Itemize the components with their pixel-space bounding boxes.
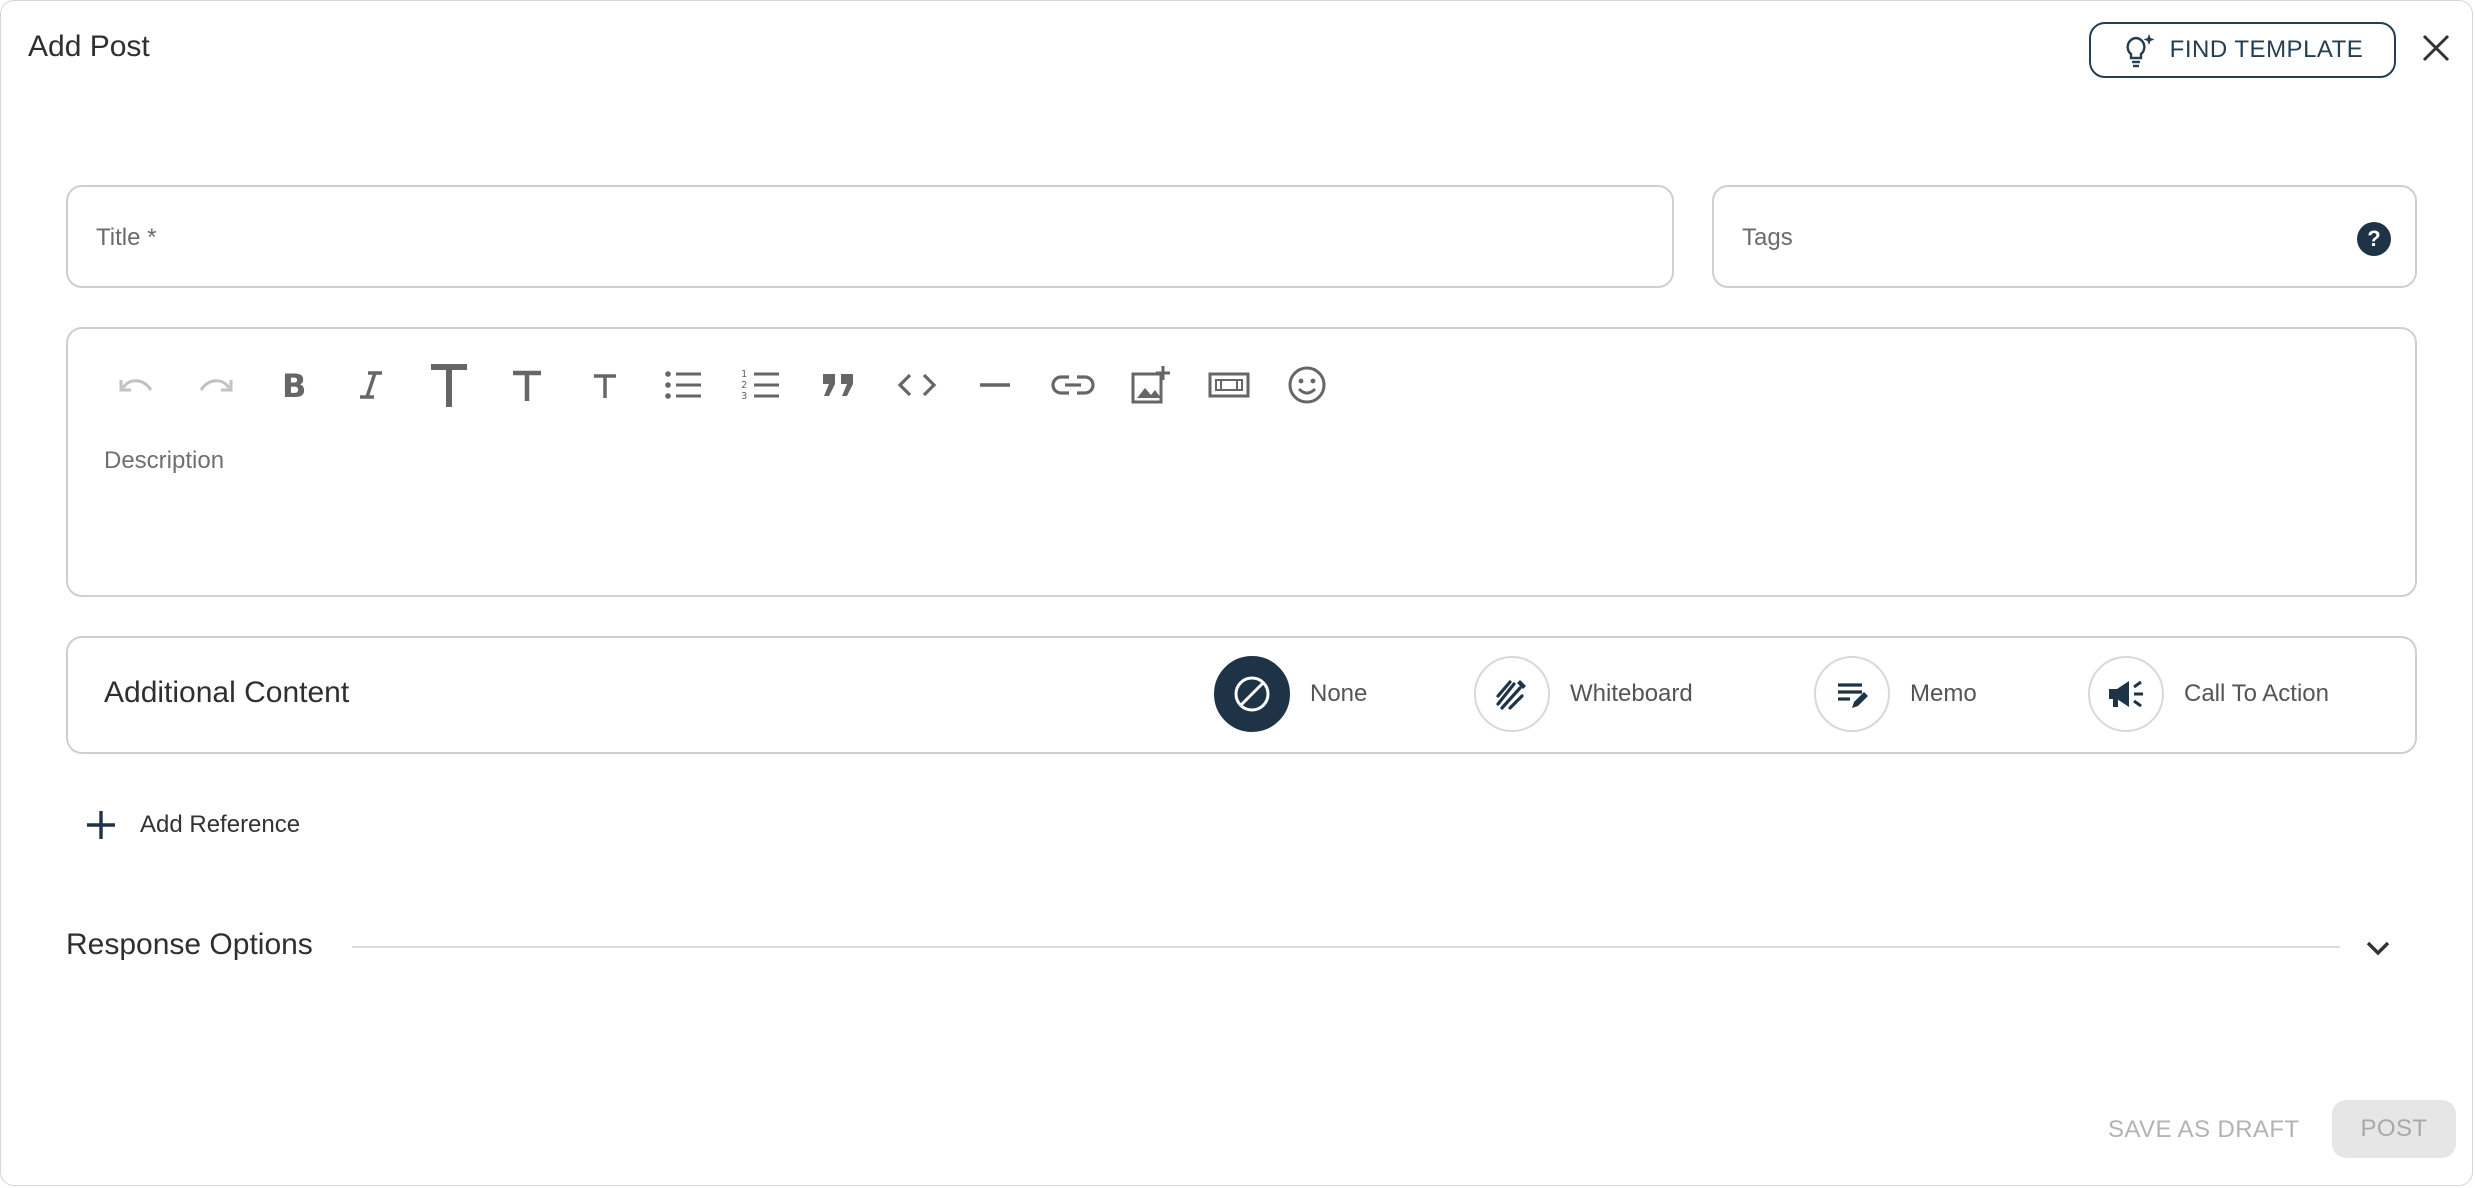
memo-icon-circle (1814, 656, 1890, 732)
editor-toolbar: B 123 (98, 357, 1346, 413)
quote-icon (823, 374, 853, 396)
link-button[interactable] (1034, 357, 1112, 413)
option-call-to-action-label: Call To Action (2184, 680, 2329, 707)
undo-button[interactable] (98, 357, 176, 413)
response-options-label[interactable]: Response Options (66, 928, 313, 962)
find-template-button[interactable]: FIND TEMPLATE (2089, 22, 2396, 78)
tags-input[interactable] (1740, 187, 2355, 288)
add-reference-button[interactable]: Add Reference (84, 808, 300, 842)
option-none-label: None (1310, 680, 1368, 707)
description-editor[interactable]: B 123 Description (66, 327, 2417, 597)
whiteboard-icon-circle (1474, 656, 1550, 732)
post-button[interactable]: POST (2332, 1100, 2456, 1158)
plus-icon (87, 811, 115, 839)
svg-text:B: B (282, 367, 306, 403)
emoji-icon (1288, 366, 1326, 404)
italic-button[interactable] (332, 357, 410, 413)
whiteboard-icon (1496, 680, 1526, 710)
option-none[interactable]: None (1214, 654, 1367, 734)
additional-content-title: Additional Content (104, 676, 350, 709)
title-field[interactable] (66, 185, 1674, 288)
link-icon (1051, 375, 1095, 395)
none-icon-circle (1214, 656, 1290, 732)
horizontal-rule-icon (980, 383, 1010, 387)
numbered-list-icon: 123 (741, 369, 779, 402)
megaphone-icon (2109, 680, 2143, 708)
code-icon (897, 373, 937, 397)
emoji-button[interactable] (1268, 357, 1346, 413)
add-image-icon (1131, 366, 1170, 404)
italic-icon (360, 371, 382, 399)
svg-text:2: 2 (741, 380, 747, 391)
option-memo-label: Memo (1910, 680, 1977, 707)
bulleted-list-icon (665, 371, 701, 399)
title-input[interactable] (94, 187, 1612, 288)
horizontal-rule-button[interactable] (956, 357, 1034, 413)
find-template-label: FIND TEMPLATE (2169, 36, 2364, 63)
redo-button[interactable] (176, 357, 254, 413)
help-icon[interactable]: ? (2357, 222, 2391, 256)
option-whiteboard[interactable]: Whiteboard (1474, 654, 1693, 734)
heading-2-button[interactable] (488, 357, 566, 413)
embed-button[interactable] (1190, 357, 1268, 413)
option-whiteboard-label: Whiteboard (1570, 680, 1693, 707)
bold-icon: B (282, 367, 306, 403)
bold-button[interactable]: B (254, 357, 332, 413)
svg-text:3: 3 (741, 391, 747, 402)
dialog-title: Add Post (28, 30, 150, 63)
embed-icon (1208, 372, 1250, 398)
save-as-draft-button[interactable]: SAVE AS DRAFT (2098, 1100, 2309, 1160)
response-options-toggle[interactable] (2358, 928, 2398, 968)
close-icon (2422, 34, 2450, 62)
undo-icon (119, 379, 153, 392)
lightbulb-sparkle-icon (2126, 34, 2155, 68)
none-icon (1234, 676, 1270, 712)
close-button[interactable] (2418, 30, 2454, 66)
megaphone-icon-circle (2088, 656, 2164, 732)
redo-icon (199, 379, 233, 392)
additional-content-panel: Additional Content None Whiteboard Memo … (66, 636, 2417, 754)
bulleted-list-button[interactable] (644, 357, 722, 413)
chevron-down-icon (2366, 941, 2390, 956)
response-options-divider (352, 946, 2340, 948)
memo-icon (1838, 683, 1868, 708)
svg-text:1: 1 (741, 369, 747, 380)
numbered-list-button[interactable]: 123 (722, 357, 800, 413)
heading-3-button[interactable] (566, 357, 644, 413)
option-memo[interactable]: Memo (1814, 654, 1977, 734)
heading-1-button[interactable] (410, 357, 488, 413)
option-call-to-action[interactable]: Call To Action (2088, 654, 2329, 734)
quote-button[interactable] (800, 357, 878, 413)
description-placeholder[interactable]: Description (104, 447, 224, 475)
heading-1-icon (431, 364, 467, 407)
add-reference-label: Add Reference (140, 811, 301, 838)
code-button[interactable] (878, 357, 956, 413)
add-image-button[interactable] (1112, 357, 1190, 413)
tags-field[interactable]: ? (1712, 185, 2417, 288)
heading-2-icon (513, 370, 541, 401)
heading-3-icon (594, 374, 616, 398)
